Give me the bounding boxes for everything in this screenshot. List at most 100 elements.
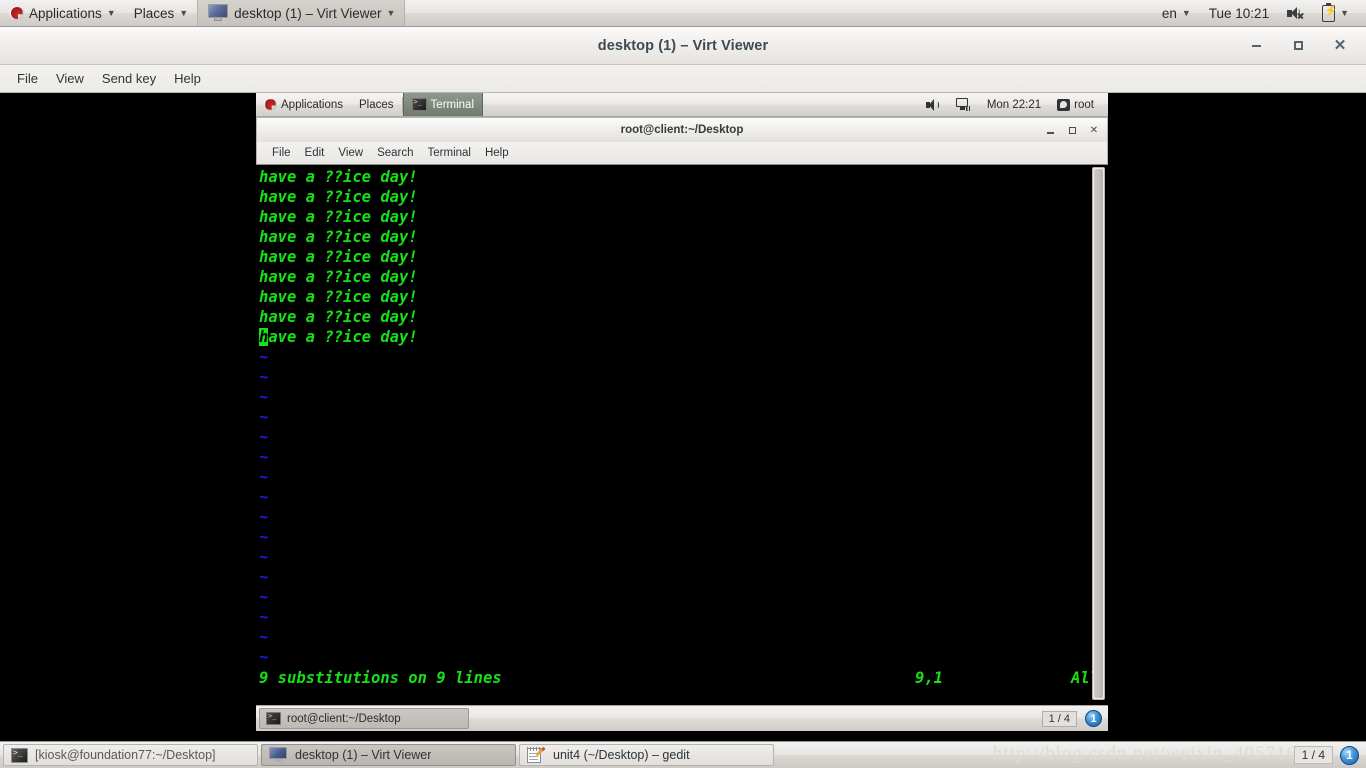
vim-text-line: have a ??ice day!: [259, 268, 418, 286]
terminal-scrollbar-thumb[interactable]: [1094, 169, 1103, 698]
guest-places-label: Places: [359, 98, 394, 111]
host-taskbar-item-0[interactable]: [kiosk@foundation77:~/Desktop]: [3, 744, 258, 766]
virt-viewer-window-buttons: ✕: [1246, 27, 1358, 64]
vim-empty-line-marker: ~: [259, 628, 269, 646]
gedit-icon: [527, 746, 546, 764]
vim-buffer[interactable]: have a ??ice day! have a ??ice day! have a…: [258, 167, 1086, 702]
vim-empty-line-marker: ~: [259, 488, 269, 506]
host-taskbar-item-2[interactable]: unit4 (~/Desktop) – gedit: [519, 744, 774, 766]
host-active-window-label: desktop (1) – Virt Viewer: [234, 5, 382, 21]
host-taskbar-item-0-label: [kiosk@foundation77:~/Desktop]: [35, 748, 216, 762]
terminal-menu-search[interactable]: Search: [370, 146, 420, 160]
host-panel-right: en ▼ Tue 10:21 ▼: [1153, 0, 1366, 26]
host-volume-indicator[interactable]: [1278, 0, 1313, 26]
chevron-down-icon: ▼: [1181, 7, 1191, 18]
vim-empty-line-marker: ~: [259, 468, 269, 486]
host-applications-label: Applications: [29, 5, 102, 21]
monitor-icon: [207, 4, 229, 22]
vim-cursor-position: 9,1: [915, 669, 943, 687]
monitor-icon: [269, 747, 288, 763]
terminal-icon: [266, 712, 281, 725]
vim-empty-line-marker: ~: [259, 508, 269, 526]
terminal-menu-view[interactable]: View: [331, 146, 370, 160]
host-top-panel: Applications ▼ Places ▼ desktop (1) – Vi…: [0, 0, 1366, 27]
keyboard-layout-indicator[interactable]: en ▼: [1153, 0, 1200, 26]
virt-viewer-title: desktop (1) – Virt Viewer: [597, 37, 769, 54]
vim-empty-line-marker: ~: [259, 648, 269, 666]
host-taskbar-right: 1 / 4 1: [1293, 745, 1366, 765]
terminal-menu-terminal[interactable]: Terminal: [421, 146, 478, 160]
host-battery-indicator[interactable]: ▼: [1313, 0, 1358, 26]
guest-top-panel: Applications Places Terminal: [256, 93, 1108, 117]
terminal-titlebar[interactable]: root@client:~/Desktop ✕: [256, 117, 1108, 142]
vim-text-line: have a ??ice day!: [259, 288, 418, 306]
close-button[interactable]: ✕: [1330, 36, 1350, 56]
vim-text-line: have a ??ice day!: [259, 228, 418, 246]
guest-taskbar-item-terminal[interactable]: root@client:~/Desktop: [259, 708, 469, 729]
menu-send-key[interactable]: Send key: [93, 69, 165, 88]
guest-taskbar-item-label: root@client:~/Desktop: [287, 712, 401, 725]
guest-applications-menu[interactable]: Applications: [256, 93, 351, 116]
host-taskbar-item-1-label: desktop (1) – Virt Viewer: [295, 748, 432, 762]
virt-viewer-titlebar[interactable]: desktop (1) – Virt Viewer ✕: [0, 27, 1366, 65]
chevron-down-icon: ▼: [386, 7, 396, 18]
terminal-close-button[interactable]: ✕: [1084, 121, 1104, 139]
vim-empty-line-marker: ~: [259, 388, 269, 406]
guest-clock-label: Mon 22:21: [986, 98, 1042, 111]
host-applications-menu[interactable]: Applications ▼: [0, 0, 125, 26]
terminal-body[interactable]: have a ??ice day! have a ??ice day! have a…: [256, 165, 1108, 702]
guest-notification-badge[interactable]: 1: [1085, 710, 1102, 727]
terminal-maximize-button[interactable]: [1062, 121, 1082, 139]
guest-places-menu[interactable]: Places: [351, 93, 402, 116]
guest-network-indicator[interactable]: [948, 98, 979, 111]
vim-empty-line-marker: ~: [259, 568, 269, 586]
vim-status-line: 9 substitutions on 9 lines 9,1 All: [259, 668, 1099, 688]
host-clock-label: Tue 10:21: [1208, 5, 1270, 21]
terminal-minimize-button[interactable]: [1040, 121, 1060, 139]
virt-viewer-menubar: File View Send key Help: [0, 65, 1366, 93]
menu-view[interactable]: View: [47, 69, 93, 88]
virt-viewer-window: desktop (1) – Virt Viewer ✕ File View Se…: [0, 27, 1366, 741]
fedora-logo-icon: [9, 5, 24, 21]
fedora-logo-icon: [264, 98, 277, 111]
terminal-menu-edit[interactable]: Edit: [298, 146, 332, 160]
guest-workspace-pager[interactable]: 1 / 4: [1041, 710, 1077, 727]
vim-empty-line-marker: ~: [259, 588, 269, 606]
guest-volume-indicator[interactable]: [918, 98, 948, 111]
maximize-button[interactable]: [1288, 36, 1308, 56]
terminal-menu-file[interactable]: File: [265, 146, 298, 160]
vim-text-line: have a ??ice day!: [259, 188, 418, 206]
minimize-button[interactable]: [1246, 36, 1266, 56]
host-clock[interactable]: Tue 10:21: [1200, 0, 1278, 26]
host-workspace-pager[interactable]: 1 / 4: [1293, 746, 1333, 764]
guest-taskbar-right: 1 / 4 1: [1041, 710, 1108, 727]
host-taskbar-item-1[interactable]: desktop (1) – Virt Viewer: [261, 744, 516, 766]
vim-empty-line-marker: ~: [259, 408, 269, 426]
screen: Applications ▼ Places ▼ desktop (1) – Vi…: [0, 0, 1366, 768]
menu-help[interactable]: Help: [165, 69, 210, 88]
terminal-scrollbar[interactable]: [1092, 167, 1105, 700]
watermark: http://blog.csdn.net/weixin_40571637: [992, 743, 1318, 764]
guest-window-terminal[interactable]: Terminal: [402, 93, 484, 116]
virt-viewer-canvas[interactable]: Applications Places Terminal: [0, 93, 1366, 740]
guest-user-menu[interactable]: root: [1049, 98, 1102, 111]
vim-text-line: have a ??ice day!: [259, 308, 418, 326]
terminal-menu-help[interactable]: Help: [478, 146, 516, 160]
chevron-down-icon: ▼: [179, 7, 189, 18]
keyboard-layout-label: en: [1161, 5, 1177, 21]
vim-empty-line-marker: ~: [259, 608, 269, 626]
guest-clock[interactable]: Mon 22:21: [979, 99, 1049, 111]
host-places-menu[interactable]: Places ▼: [125, 0, 197, 26]
vim-empty-line-marker: ~: [259, 368, 269, 386]
terminal-icon: [11, 747, 28, 763]
vim-cursor-line: have a ??ice day!: [259, 328, 418, 346]
host-active-window-menu[interactable]: desktop (1) – Virt Viewer ▼: [197, 0, 406, 26]
host-notification-badge[interactable]: 1: [1340, 745, 1359, 765]
vim-empty-line-marker: ~: [259, 348, 269, 366]
chevron-down-icon: ▼: [106, 7, 116, 18]
vim-cursor: h: [259, 328, 269, 346]
host-places-label: Places: [133, 5, 175, 21]
menu-file[interactable]: File: [8, 69, 47, 88]
terminal-title: root@client:~/Desktop: [620, 124, 744, 136]
vim-status-message: 9 substitutions on 9 lines: [259, 669, 502, 687]
